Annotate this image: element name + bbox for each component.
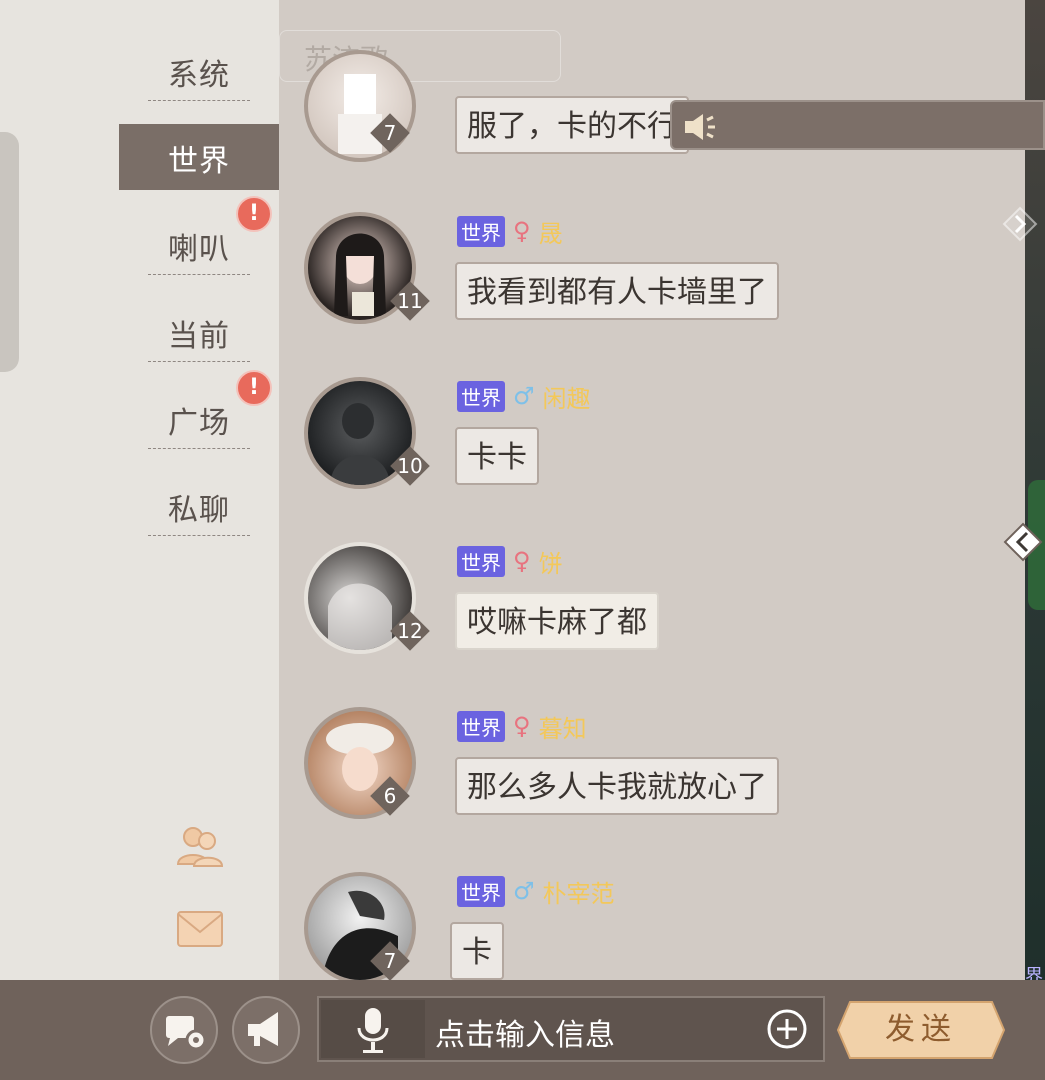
tab-plaza[interactable]: 广场 !	[119, 370, 279, 467]
channel-tag: 世界	[457, 875, 505, 907]
channel-tag: 世界	[457, 380, 505, 412]
chat-input-bar: 点击输入信息 发送	[0, 980, 1045, 1080]
level-badge: 12	[391, 612, 429, 650]
message-bubble: 我看到都有人卡墙里了	[455, 262, 779, 320]
channel-tag: 世界	[457, 710, 505, 742]
message-meta: 世界 ♂ 朴宰范	[457, 874, 615, 909]
send-button[interactable]: 发送	[836, 1000, 1006, 1060]
divider	[148, 361, 250, 362]
level-badge: 6	[371, 777, 409, 815]
tab-label: 私聊	[168, 493, 230, 528]
level-badge: 11	[391, 282, 429, 320]
message-bubble: 服了，卡的不行	[455, 96, 689, 154]
friends-icon[interactable]	[176, 824, 224, 868]
alert-badge: !	[236, 196, 272, 232]
channel-sidebar: 系统 世界 喇叭 ! 当前 广场 ! 私聊	[0, 0, 279, 980]
add-icon[interactable]	[767, 1009, 807, 1049]
tab-speaker[interactable]: 喇叭 !	[119, 196, 279, 293]
voice-button[interactable]	[321, 1000, 425, 1058]
message-meta: 世界 ♀ 饼	[457, 544, 563, 579]
male-icon: ♂	[513, 382, 535, 410]
divider	[148, 448, 250, 449]
horn-button[interactable]	[232, 996, 300, 1064]
speaker-broadcast-banner[interactable]	[670, 100, 1045, 150]
channel-tag: 世界	[457, 545, 505, 577]
megaphone-icon	[248, 1012, 278, 1046]
tab-label: 当前	[168, 319, 230, 354]
tab-label: 系统	[168, 58, 230, 93]
divider	[148, 535, 250, 536]
username[interactable]: 朴宰范	[543, 874, 615, 909]
chevron-right-icon[interactable]	[1002, 206, 1038, 242]
tab-label: 世界	[168, 144, 230, 179]
chat-settings-button[interactable]	[150, 996, 218, 1064]
tab-label: 广场	[168, 406, 230, 441]
speaker-icon	[685, 114, 715, 140]
message-bubble: 哎嘛卡麻了都	[455, 592, 659, 650]
tab-label: 喇叭	[168, 232, 230, 267]
tab-private[interactable]: 私聊	[119, 467, 279, 554]
message-bubble: 卡	[450, 922, 504, 980]
microphone-icon	[357, 1008, 389, 1053]
username[interactable]: 晟	[539, 214, 563, 249]
username[interactable]: 饼	[539, 544, 563, 579]
tab-system[interactable]: 系统	[119, 32, 279, 119]
female-icon: ♀	[513, 547, 531, 575]
message-meta: 世界 ♂ 闲趣	[457, 379, 591, 414]
chat-settings-icon	[166, 1016, 207, 1051]
divider	[148, 100, 250, 101]
collapse-panel-icon[interactable]	[1003, 522, 1043, 562]
message-bubble: 卡卡	[455, 427, 539, 485]
username[interactable]: 暮知	[539, 709, 587, 744]
message-meta: 世界 ♀ 暮知	[457, 709, 587, 744]
female-icon: ♀	[513, 712, 531, 740]
sidebar-drag-handle[interactable]	[0, 132, 19, 372]
username[interactable]: 闲趣	[543, 379, 591, 414]
tab-world[interactable]: 世界	[119, 124, 279, 190]
alert-badge: !	[236, 370, 272, 406]
tab-current[interactable]: 当前	[119, 293, 279, 380]
channel-tag: 世界	[457, 215, 505, 247]
level-badge: 7	[371, 942, 409, 980]
male-icon: ♂	[513, 877, 535, 905]
level-badge: 10	[391, 447, 429, 485]
message-bubble: 那么多人卡我就放心了	[455, 757, 779, 815]
divider	[148, 274, 250, 275]
level-badge: 7	[371, 114, 409, 152]
message-meta: 世界 ♀ 晟	[457, 214, 563, 249]
input-placeholder: 点击输入信息	[435, 1018, 615, 1053]
send-label: 发送	[885, 1012, 957, 1047]
female-icon: ♀	[513, 217, 531, 245]
message-input[interactable]: 点击输入信息	[317, 996, 825, 1062]
channel-nav: 系统 世界 喇叭 ! 当前 广场 ! 私聊	[119, 32, 279, 554]
mail-icon[interactable]	[176, 906, 224, 950]
